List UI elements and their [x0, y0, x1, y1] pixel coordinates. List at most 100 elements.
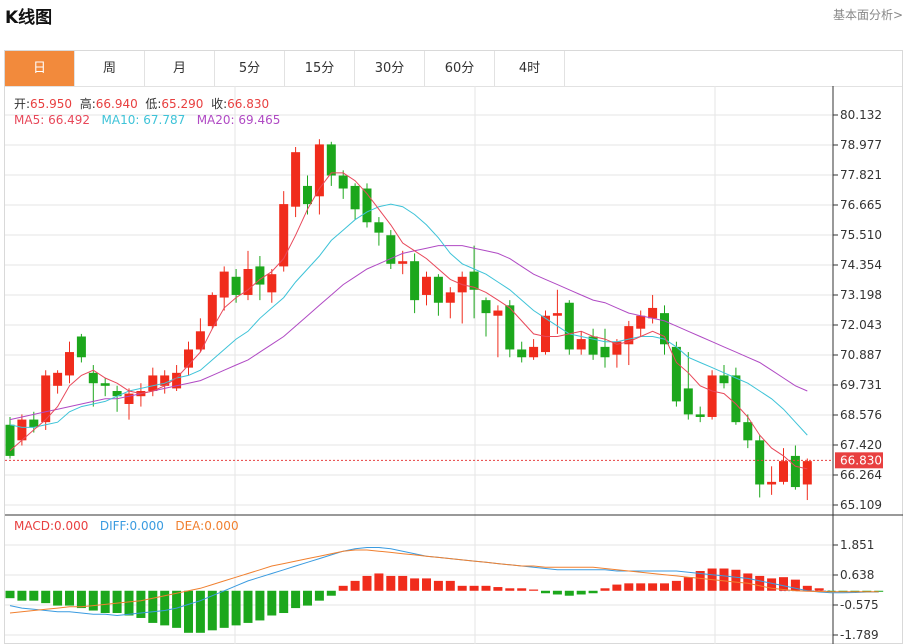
macd-label: MACD: [14, 519, 55, 533]
candle-body [267, 274, 277, 293]
macd-bar [743, 573, 753, 591]
macd-bar [326, 590, 336, 596]
macd-bar [564, 590, 574, 596]
high-label: 高: [79, 97, 96, 111]
open-label: 开: [14, 97, 31, 111]
macd-bar [5, 590, 15, 599]
candle-body [410, 261, 420, 301]
macd-value: 0.000 [54, 519, 89, 533]
candle-body [279, 204, 289, 267]
candle-body [29, 419, 39, 428]
macd-bar [303, 590, 312, 606]
macd-bar [76, 590, 86, 609]
macd-bar [457, 585, 467, 591]
candle-body [767, 481, 777, 485]
open-value: 65.950 [30, 97, 73, 111]
candle-body [338, 175, 348, 189]
y-tick-label: 66.264 [840, 468, 882, 482]
candle-body [303, 185, 312, 205]
candle-body [541, 315, 550, 353]
y-tick-label: 75.510 [840, 228, 882, 242]
macd-bar [731, 569, 741, 591]
macd-bar [600, 588, 610, 591]
ma5-line [9, 172, 808, 470]
candle-body [707, 375, 717, 417]
candle-body [207, 294, 217, 327]
candle-body [65, 352, 74, 376]
candle-body [219, 271, 229, 298]
macd-bar [624, 583, 634, 591]
candle-body [100, 383, 110, 386]
macd-bar [124, 590, 134, 616]
macd-bar [29, 590, 39, 601]
candle-body [576, 339, 586, 350]
macd-bar [255, 590, 265, 621]
macd-bar [148, 590, 158, 623]
ma20-label: MA20: [196, 113, 235, 127]
candle-body [433, 276, 443, 303]
macd-bar [683, 577, 693, 591]
candle-body [600, 346, 610, 358]
macd-y-tick-label: 1.851 [840, 538, 874, 552]
y-tick-label: 76.665 [840, 198, 882, 212]
macd-bar [350, 580, 360, 591]
candle-body [231, 276, 241, 295]
macd-bar [362, 575, 372, 591]
candle-body [493, 310, 503, 316]
dea-label: DEA: [175, 519, 205, 533]
macd-bar [814, 588, 824, 591]
macd-bar [279, 590, 289, 614]
candle-body [743, 422, 753, 441]
y-tick-label: 78.977 [840, 138, 882, 152]
candle-body [374, 222, 384, 233]
candle-body [683, 388, 693, 415]
candle-body [445, 292, 455, 303]
candle-body [731, 375, 741, 423]
macd-bar [184, 590, 193, 633]
macd-bar [398, 575, 408, 591]
candle-body [779, 461, 788, 482]
candle-body [719, 375, 729, 384]
macd-bar [314, 590, 324, 601]
current-price-label: 66.830 [840, 453, 882, 467]
macd-bar [243, 590, 253, 623]
ma20-value: 69.465 [238, 113, 281, 127]
candle-body [243, 268, 253, 295]
macd-bar [195, 590, 205, 633]
candle-body [398, 261, 408, 264]
candle-body [5, 424, 15, 456]
y-tick-label: 80.132 [840, 108, 882, 122]
macd-y-tick-label: 0.638 [840, 568, 874, 582]
candle-body [564, 302, 574, 350]
macd-bar [493, 587, 503, 591]
ma-legend: MA5: 66.492 MA10: 67.787 MA20: 69.465 [14, 113, 280, 127]
low-value: 65.290 [161, 97, 204, 111]
diff-value: 0.000 [129, 519, 164, 533]
candle-body [53, 372, 63, 386]
macd-bar [648, 583, 658, 591]
candle-body [648, 307, 658, 319]
macd-bar [719, 568, 729, 591]
macd-bar [53, 590, 63, 606]
close-label: 收: [211, 97, 228, 111]
macd-bar [65, 590, 74, 606]
macd-bar [660, 583, 669, 591]
candle-body [517, 349, 527, 358]
macd-bar [386, 575, 396, 591]
macd-bar [588, 590, 598, 594]
diff-label: DIFF: [99, 519, 130, 533]
macd-y-tick-label: -1.789 [840, 628, 879, 642]
candle-body [636, 315, 646, 329]
ma5-label: MA5: [14, 113, 45, 127]
macd-bar [576, 590, 586, 595]
macd-bar [172, 590, 182, 628]
macd-bar [219, 590, 229, 628]
ohlc-legend: 开:65.950 高:66.940 低:65.290 收:66.830 [14, 95, 269, 112]
y-tick-label: 73.198 [840, 288, 882, 302]
candle-body [802, 461, 812, 485]
macd-bar [433, 580, 443, 591]
macd-bar [529, 589, 539, 591]
macd-bar [671, 580, 681, 591]
macd-bar [136, 590, 146, 618]
y-tick-label: 67.420 [840, 438, 882, 452]
